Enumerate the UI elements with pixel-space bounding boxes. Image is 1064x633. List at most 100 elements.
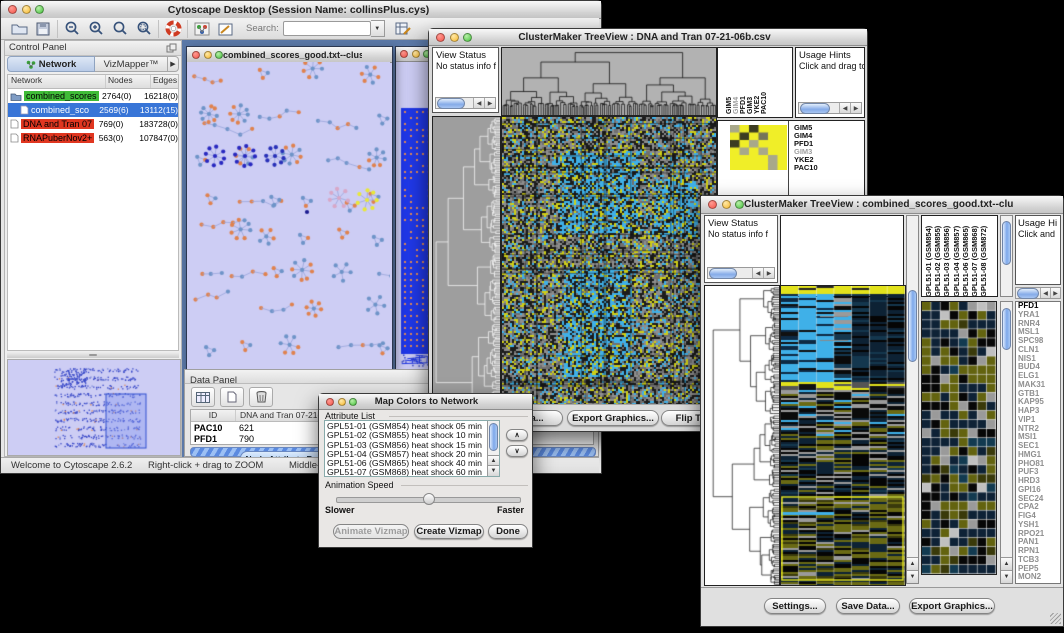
- attribute-item[interactable]: GPL51-02 (GSM855) heat shock 10 min: [327, 431, 486, 440]
- row-dendrogram-canvas[interactable]: [704, 285, 780, 586]
- attribute-item[interactable]: GPL51-03 (GSM856) heat shock 15 min: [327, 441, 486, 450]
- minimize-icon[interactable]: [204, 51, 212, 59]
- scroll-down-icon[interactable]: ▼: [488, 465, 499, 476]
- scroll-right-icon[interactable]: ▶: [763, 268, 774, 278]
- scroll-left-icon[interactable]: ◀: [752, 268, 763, 278]
- network-overview-canvas[interactable]: [7, 359, 181, 456]
- settings-button[interactable]: Settings...: [764, 598, 826, 614]
- zoom-out-icon[interactable]: [60, 19, 84, 39]
- labels-vertical-scrollbar[interactable]: [1000, 215, 1013, 297]
- scrollbar-thumb[interactable]: [1002, 221, 1011, 265]
- save-data-button[interactable]: Save Data...: [836, 598, 900, 614]
- minimize-icon[interactable]: [412, 50, 420, 58]
- close-icon[interactable]: [400, 50, 408, 58]
- help-lifesaver-icon[interactable]: [161, 19, 185, 39]
- minimize-icon[interactable]: [450, 33, 459, 42]
- heatmap-canvas[interactable]: [501, 116, 717, 423]
- network-row[interactable]: DNA and Tran 07 769(0) 183728(0): [8, 117, 178, 131]
- zoom-icon[interactable]: [735, 200, 744, 209]
- export-graphics-button[interactable]: Export Graphics...: [567, 410, 659, 426]
- heatmap-vertical-scrollbar[interactable]: ▲ ▼: [906, 215, 919, 584]
- row-dendrogram-canvas[interactable]: [432, 116, 501, 423]
- gene-label[interactable]: MON2: [1018, 573, 1060, 582]
- scroll-right-icon[interactable]: ▶: [850, 103, 861, 113]
- network-row[interactable]: combined_scores 2764(0) 16218(0): [8, 89, 178, 103]
- column-label[interactable]: PFD1: [740, 50, 747, 114]
- create-vizmap-button[interactable]: Create Vizmap: [414, 524, 484, 539]
- export-graphics-button[interactable]: Export Graphics...: [909, 598, 995, 614]
- close-icon[interactable]: [192, 51, 200, 59]
- animate-vizmap-button[interactable]: Animate Vizmap: [333, 524, 409, 539]
- zoomed-heatmap-canvas[interactable]: [921, 301, 997, 575]
- scrollbar-thumb[interactable]: [1002, 308, 1011, 350]
- slider-thumb[interactable]: [423, 493, 435, 505]
- attribute-item[interactable]: GPL51-07 (GSM868) heat shock 60 min: [327, 468, 486, 477]
- treeview1-titlebar[interactable]: ClusterMaker TreeView : DNA and Tran 07-…: [429, 29, 867, 46]
- col-header-edges[interactable]: Edges: [151, 75, 178, 88]
- column-label[interactable]: GIM4: [733, 50, 740, 114]
- scrollbar-thumb[interactable]: [800, 103, 830, 114]
- array-column-label[interactable]: GPL51-06 (GSM865): [961, 217, 970, 297]
- panel-splitter[interactable]: [7, 352, 179, 358]
- scroll-up-icon[interactable]: ▲: [1001, 557, 1012, 570]
- minimize-icon[interactable]: [722, 200, 731, 209]
- move-up-button[interactable]: ∧: [506, 429, 528, 441]
- new-document-icon[interactable]: [220, 387, 244, 407]
- zoom-icon[interactable]: [215, 51, 223, 59]
- attribute-list-scrollbar[interactable]: ▲ ▼: [487, 421, 499, 476]
- view-status-scrollbar[interactable]: ◀ ▶: [435, 97, 496, 109]
- close-icon[interactable]: [8, 5, 17, 14]
- attribute-item[interactable]: GPL51-06 (GSM865) heat shock 40 min: [327, 459, 486, 468]
- open-folder-icon[interactable]: [7, 19, 31, 39]
- tab-vizmapper[interactable]: VizMapper™: [95, 56, 168, 72]
- zoom-icon[interactable]: [349, 398, 357, 406]
- heatmap-canvas[interactable]: [780, 285, 906, 586]
- close-icon[interactable]: [326, 398, 334, 406]
- zoom-fit-icon[interactable]: [108, 19, 132, 39]
- gene-label[interactable]: PAC10: [794, 164, 818, 172]
- save-icon[interactable]: [31, 19, 55, 39]
- annotation-icon[interactable]: [214, 19, 238, 39]
- scroll-down-icon[interactable]: ▼: [1001, 570, 1012, 583]
- tab-network[interactable]: Network: [7, 56, 95, 72]
- column-label[interactable]: GIM5: [726, 50, 733, 114]
- scrollbar-thumb[interactable]: [1017, 288, 1039, 299]
- table-icon[interactable]: [191, 387, 215, 407]
- array-column-label[interactable]: GPL51-01 (GSM854): [924, 217, 933, 297]
- column-label[interactable]: PAC10: [761, 50, 768, 114]
- dialog-titlebar[interactable]: Map Colors to Network: [319, 394, 532, 410]
- scroll-left-icon[interactable]: ◀: [473, 98, 484, 108]
- minimize-icon[interactable]: [338, 398, 346, 406]
- array-column-label[interactable]: GPL51-03 (GSM856): [942, 217, 951, 297]
- column-label[interactable]: GIM3: [747, 50, 754, 114]
- scrollbar-thumb[interactable]: [709, 268, 737, 279]
- col-header-id[interactable]: ID: [191, 410, 236, 421]
- array-column-label[interactable]: GPL51-04 (GSM857): [952, 217, 961, 297]
- scroll-right-icon[interactable]: ▶: [1050, 288, 1060, 298]
- main-titlebar[interactable]: Cytoscape Desktop (Session Name: collins…: [1, 1, 601, 19]
- done-button[interactable]: Done: [488, 524, 528, 539]
- search-input[interactable]: [283, 21, 371, 36]
- minimize-icon[interactable]: [22, 5, 31, 14]
- float-panel-icon[interactable]: [166, 43, 177, 53]
- attribute-editor-icon[interactable]: [391, 19, 415, 39]
- scrollbar-thumb[interactable]: [437, 98, 465, 109]
- network-row-selected[interactable]: combined_sco 2569(6) 13112(15): [8, 103, 178, 117]
- plugin-manager-icon[interactable]: [190, 19, 214, 39]
- animation-speed-slider[interactable]: [336, 497, 521, 503]
- scroll-up-icon[interactable]: ▲: [907, 557, 918, 570]
- move-down-button[interactable]: ∨: [506, 445, 528, 457]
- trash-icon[interactable]: [249, 387, 273, 407]
- mini-heatmap-canvas[interactable]: [730, 125, 787, 170]
- gene-list-scrollbar[interactable]: ▲ ▼: [1000, 301, 1013, 584]
- search-dropdown-arrow[interactable]: ▼: [371, 20, 385, 37]
- scroll-left-icon[interactable]: ◀: [839, 103, 850, 113]
- scroll-left-icon[interactable]: ◀: [1040, 288, 1050, 298]
- zoom-icon[interactable]: [463, 33, 472, 42]
- close-icon[interactable]: [436, 33, 445, 42]
- scrollbar-thumb[interactable]: [489, 423, 498, 451]
- zoom-selected-icon[interactable]: [132, 19, 156, 39]
- array-column-label[interactable]: GPL51-07 (GSM868): [970, 217, 979, 297]
- array-column-label[interactable]: GPL51-02 (GSM855): [933, 217, 942, 297]
- network-graph-canvas[interactable]: [187, 62, 390, 368]
